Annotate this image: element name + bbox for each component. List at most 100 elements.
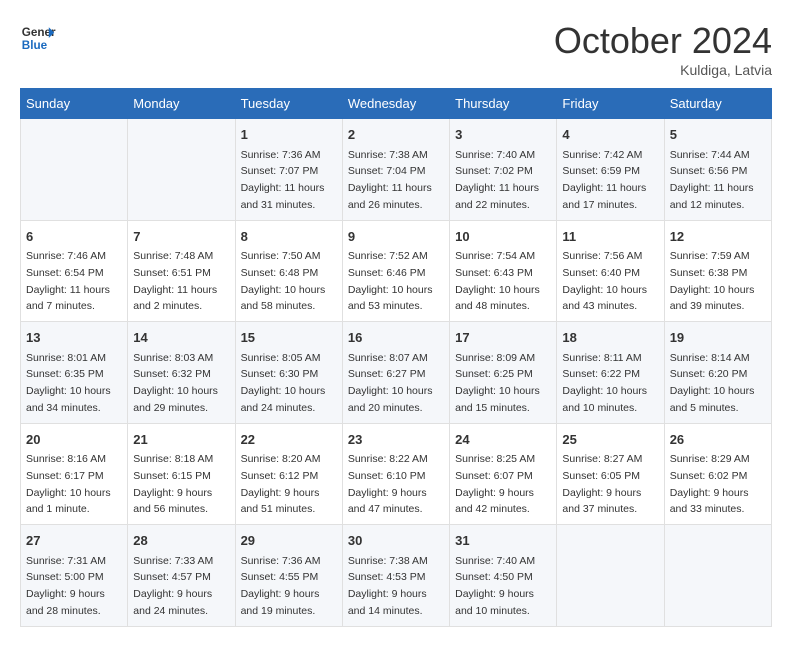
- day-info: Sunrise: 7:38 AMSunset: 7:04 PMDaylight:…: [348, 149, 432, 211]
- calendar-cell: 1Sunrise: 7:36 AMSunset: 7:07 PMDaylight…: [235, 119, 342, 221]
- calendar-cell: 7 Sunrise: 7:48 AMSunset: 6:51 PMDaylight…: [128, 220, 235, 322]
- day-number: 2: [348, 125, 444, 145]
- day-info: Sunrise: 7:44 AMSunset: 6:56 PMDaylight:…: [670, 149, 754, 211]
- day-number: 31: [455, 531, 551, 551]
- day-info: Sunrise: 7:40 AMSunset: 7:02 PMDaylight:…: [455, 149, 539, 211]
- calendar-cell: 24Sunrise: 8:25 AMSunset: 6:07 PMDayligh…: [450, 423, 557, 525]
- day-info: Sunrise: 7:36 AMSunset: 7:07 PMDaylight:…: [241, 149, 325, 211]
- weekday-header-row: SundayMondayTuesdayWednesdayThursdayFrid…: [21, 89, 772, 119]
- calendar-cell: 31 Sunrise: 7:40 AMSunset: 4:50 PMDayligh…: [450, 525, 557, 627]
- day-number: 5: [670, 125, 766, 145]
- calendar-cell: 3 Sunrise: 7:40 AMSunset: 7:02 PMDaylight…: [450, 119, 557, 221]
- calendar-cell: 19Sunrise: 8:14 AMSunset: 6:20 PMDayligh…: [664, 322, 771, 424]
- day-number: 3: [455, 125, 551, 145]
- logo: General Blue: [20, 20, 56, 56]
- day-info: Sunrise: 7:33 AMSunset: 4:57 PMDaylight:…: [133, 555, 213, 617]
- logo-icon: General Blue: [20, 20, 56, 56]
- calendar-cell: 14 Sunrise: 8:03 AMSunset: 6:32 PMDayligh…: [128, 322, 235, 424]
- calendar-week-3: 13 Sunrise: 8:01 AMSunset: 6:35 PMDayligh…: [21, 322, 772, 424]
- calendar-cell: 20Sunrise: 8:16 AMSunset: 6:17 PMDayligh…: [21, 423, 128, 525]
- calendar-cell: 16 Sunrise: 8:07 AMSunset: 6:27 PMDayligh…: [342, 322, 449, 424]
- weekday-header-monday: Monday: [128, 89, 235, 119]
- day-info: Sunrise: 7:31 AMSunset: 5:00 PMDaylight:…: [26, 555, 106, 617]
- calendar-cell: 15 Sunrise: 8:05 AMSunset: 6:30 PMDayligh…: [235, 322, 342, 424]
- day-number: 26: [670, 430, 766, 450]
- day-number: 12: [670, 227, 766, 247]
- day-info: Sunrise: 7:48 AMSunset: 6:51 PMDaylight:…: [133, 250, 217, 312]
- month-title: October 2024: [554, 20, 772, 62]
- location: Kuldiga, Latvia: [554, 62, 772, 78]
- day-number: 27: [26, 531, 122, 551]
- day-number: 19: [670, 328, 766, 348]
- day-number: 23: [348, 430, 444, 450]
- calendar-cell: 21Sunrise: 8:18 AMSunset: 6:15 PMDayligh…: [128, 423, 235, 525]
- calendar-cell: 12 Sunrise: 7:59 AMSunset: 6:38 PMDayligh…: [664, 220, 771, 322]
- title-block: October 2024 Kuldiga, Latvia: [554, 20, 772, 78]
- day-info: Sunrise: 7:50 AMSunset: 6:48 PMDaylight:…: [241, 250, 326, 312]
- calendar-cell: 2 Sunrise: 7:38 AMSunset: 7:04 PMDaylight…: [342, 119, 449, 221]
- weekday-header-saturday: Saturday: [664, 89, 771, 119]
- day-info: Sunrise: 8:11 AMSunset: 6:22 PMDaylight:…: [562, 352, 647, 414]
- day-number: 15: [241, 328, 337, 348]
- calendar-cell: 22 Sunrise: 8:20 AMSunset: 6:12 PMDayligh…: [235, 423, 342, 525]
- day-info: Sunrise: 8:22 AMSunset: 6:10 PMDaylight:…: [348, 453, 428, 515]
- calendar-cell: [664, 525, 771, 627]
- day-info: Sunrise: 7:38 AMSunset: 4:53 PMDaylight:…: [348, 555, 428, 617]
- day-number: 16: [348, 328, 444, 348]
- day-info: Sunrise: 7:54 AMSunset: 6:43 PMDaylight:…: [455, 250, 540, 312]
- day-number: 22: [241, 430, 337, 450]
- day-number: 28: [133, 531, 229, 551]
- calendar-week-5: 27 Sunrise: 7:31 AMSunset: 5:00 PMDayligh…: [21, 525, 772, 627]
- day-info: Sunrise: 7:40 AMSunset: 4:50 PMDaylight:…: [455, 555, 535, 617]
- day-number: 9: [348, 227, 444, 247]
- day-info: Sunrise: 8:27 AMSunset: 6:05 PMDaylight:…: [562, 453, 642, 515]
- calendar-cell: [557, 525, 664, 627]
- day-number: 21: [133, 430, 229, 450]
- calendar-cell: 29 Sunrise: 7:36 AMSunset: 4:55 PMDayligh…: [235, 525, 342, 627]
- calendar-cell: 9 Sunrise: 7:52 AMSunset: 6:46 PMDaylight…: [342, 220, 449, 322]
- day-info: Sunrise: 8:07 AMSunset: 6:27 PMDaylight:…: [348, 352, 433, 414]
- day-number: 7: [133, 227, 229, 247]
- day-info: Sunrise: 8:20 AMSunset: 6:12 PMDaylight:…: [241, 453, 321, 515]
- day-number: 20: [26, 430, 122, 450]
- day-number: 11: [562, 227, 658, 247]
- calendar-week-4: 20Sunrise: 8:16 AMSunset: 6:17 PMDayligh…: [21, 423, 772, 525]
- weekday-header-tuesday: Tuesday: [235, 89, 342, 119]
- day-info: Sunrise: 7:59 AMSunset: 6:38 PMDaylight:…: [670, 250, 755, 312]
- calendar-cell: 26Sunrise: 8:29 AMSunset: 6:02 PMDayligh…: [664, 423, 771, 525]
- calendar-cell: 23 Sunrise: 8:22 AMSunset: 6:10 PMDayligh…: [342, 423, 449, 525]
- day-info: Sunrise: 8:09 AMSunset: 6:25 PMDaylight:…: [455, 352, 540, 414]
- day-number: 24: [455, 430, 551, 450]
- day-number: 14: [133, 328, 229, 348]
- day-info: Sunrise: 8:03 AMSunset: 6:32 PMDaylight:…: [133, 352, 218, 414]
- weekday-header-wednesday: Wednesday: [342, 89, 449, 119]
- calendar-cell: [21, 119, 128, 221]
- day-number: 25: [562, 430, 658, 450]
- day-number: 29: [241, 531, 337, 551]
- day-number: 6: [26, 227, 122, 247]
- day-info: Sunrise: 7:52 AMSunset: 6:46 PMDaylight:…: [348, 250, 433, 312]
- calendar-cell: 8 Sunrise: 7:50 AMSunset: 6:48 PMDaylight…: [235, 220, 342, 322]
- calendar-cell: 28 Sunrise: 7:33 AMSunset: 4:57 PMDayligh…: [128, 525, 235, 627]
- calendar-cell: 18Sunrise: 8:11 AMSunset: 6:22 PMDayligh…: [557, 322, 664, 424]
- day-number: 10: [455, 227, 551, 247]
- day-number: 13: [26, 328, 122, 348]
- calendar-cell: 27 Sunrise: 7:31 AMSunset: 5:00 PMDayligh…: [21, 525, 128, 627]
- calendar-cell: 4Sunrise: 7:42 AMSunset: 6:59 PMDaylight…: [557, 119, 664, 221]
- svg-text:Blue: Blue: [22, 39, 48, 52]
- calendar-cell: 17Sunrise: 8:09 AMSunset: 6:25 PMDayligh…: [450, 322, 557, 424]
- calendar-week-2: 6 Sunrise: 7:46 AMSunset: 6:54 PMDaylight…: [21, 220, 772, 322]
- weekday-header-sunday: Sunday: [21, 89, 128, 119]
- day-info: Sunrise: 7:56 AMSunset: 6:40 PMDaylight:…: [562, 250, 647, 312]
- calendar-cell: 11 Sunrise: 7:56 AMSunset: 6:40 PMDayligh…: [557, 220, 664, 322]
- day-info: Sunrise: 7:42 AMSunset: 6:59 PMDaylight:…: [562, 149, 646, 211]
- day-info: Sunrise: 7:36 AMSunset: 4:55 PMDaylight:…: [241, 555, 321, 617]
- page-header: General Blue October 2024 Kuldiga, Latvi…: [20, 20, 772, 78]
- day-number: 8: [241, 227, 337, 247]
- calendar-week-1: 1Sunrise: 7:36 AMSunset: 7:07 PMDaylight…: [21, 119, 772, 221]
- calendar-cell: 6 Sunrise: 7:46 AMSunset: 6:54 PMDaylight…: [21, 220, 128, 322]
- day-info: Sunrise: 7:46 AMSunset: 6:54 PMDaylight:…: [26, 250, 110, 312]
- day-info: Sunrise: 8:01 AMSunset: 6:35 PMDaylight:…: [26, 352, 111, 414]
- day-info: Sunrise: 8:05 AMSunset: 6:30 PMDaylight:…: [241, 352, 326, 414]
- calendar-cell: 5 Sunrise: 7:44 AMSunset: 6:56 PMDaylight…: [664, 119, 771, 221]
